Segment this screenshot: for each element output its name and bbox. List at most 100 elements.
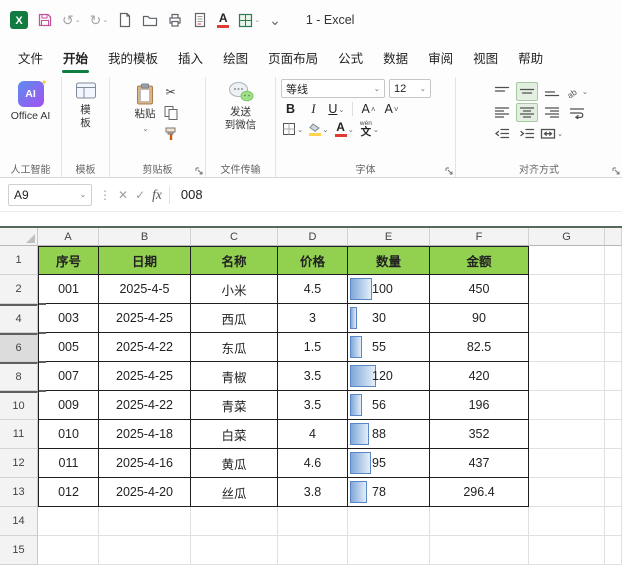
- row-header-15[interactable]: 15: [0, 536, 38, 565]
- align-left-button[interactable]: [491, 103, 513, 122]
- cell-G13[interactable]: [529, 478, 605, 507]
- font-color-button-quick[interactable]: A: [217, 12, 230, 28]
- cell-C15[interactable]: [191, 536, 278, 565]
- cell-A6[interactable]: 005: [38, 332, 99, 362]
- cell-E15[interactable]: [348, 536, 430, 565]
- insert-function-icon[interactable]: fx: [152, 187, 162, 203]
- cell-F6[interactable]: 82.5: [430, 333, 529, 362]
- column-header-D[interactable]: D: [278, 228, 348, 246]
- column-header-A[interactable]: A: [38, 228, 99, 246]
- tab-home[interactable]: 开始: [53, 41, 98, 74]
- cell-E11[interactable]: 88: [348, 420, 430, 449]
- cell-G11[interactable]: [529, 420, 605, 449]
- cell-B14[interactable]: [99, 507, 191, 536]
- print-preview-button[interactable]: [192, 12, 208, 28]
- cell-G15[interactable]: [529, 536, 605, 565]
- cell-A15[interactable]: [38, 536, 99, 565]
- tab-data[interactable]: 数据: [373, 41, 418, 74]
- tab-file[interactable]: 文件: [8, 41, 53, 74]
- toolbar-more-icon[interactable]: ⌄: [269, 13, 281, 27]
- tab-draw[interactable]: 绘图: [213, 41, 258, 74]
- cell-C6[interactable]: 东瓜: [191, 333, 278, 362]
- orientation-button[interactable]: ab ⌄: [565, 82, 588, 101]
- cancel-icon[interactable]: ✕: [118, 188, 128, 202]
- cell-G6[interactable]: [529, 333, 605, 362]
- cell-F12[interactable]: 437: [430, 449, 529, 478]
- cell-E2[interactable]: 100: [348, 275, 430, 304]
- cell-F11[interactable]: 352: [430, 420, 529, 449]
- row-header-10[interactable]: 10: [0, 391, 38, 420]
- open-file-button[interactable]: [142, 12, 158, 28]
- new-file-button[interactable]: [117, 12, 133, 28]
- cell-D11[interactable]: 4: [278, 420, 348, 449]
- row-header-13[interactable]: 13: [0, 478, 38, 507]
- cell-E1[interactable]: 数量: [348, 246, 430, 275]
- cell-E14[interactable]: [348, 507, 430, 536]
- cell-C12[interactable]: 黄瓜: [191, 449, 278, 478]
- tab-my-templates[interactable]: 我的模板: [98, 41, 168, 74]
- cell-C11[interactable]: 白菜: [191, 420, 278, 449]
- cell-E6[interactable]: 55: [348, 333, 430, 362]
- copy-button[interactable]: [161, 104, 181, 121]
- borders-button[interactable]: ⌄: [281, 120, 304, 138]
- row-header-6[interactable]: 6: [0, 333, 38, 362]
- cell-D2[interactable]: 4.5: [278, 275, 348, 304]
- cell-C8[interactable]: 青椒: [191, 362, 278, 391]
- dialog-launcher-icon[interactable]: [195, 167, 203, 175]
- cell-D1[interactable]: 价格: [278, 246, 348, 275]
- row-header-14[interactable]: 14: [0, 507, 38, 536]
- cell-D10[interactable]: 3.5: [278, 391, 348, 420]
- save-button[interactable]: [37, 12, 53, 28]
- cell-B2[interactable]: 2025-4-5: [99, 275, 191, 304]
- cell-F10[interactable]: 196: [430, 391, 529, 420]
- align-right-button[interactable]: [541, 103, 563, 122]
- cell-A11[interactable]: 010: [38, 420, 99, 449]
- cell-D4[interactable]: 3: [278, 304, 348, 333]
- cell-D13[interactable]: 3.8: [278, 478, 348, 507]
- row-header-12[interactable]: 12: [0, 449, 38, 478]
- column-header-B[interactable]: B: [99, 228, 191, 246]
- tab-page-layout[interactable]: 页面布局: [258, 41, 328, 74]
- cell-A10[interactable]: 009: [38, 390, 99, 420]
- column-header-E[interactable]: E: [348, 228, 430, 246]
- cell-E12[interactable]: 95: [348, 449, 430, 478]
- align-top-button[interactable]: [491, 82, 513, 101]
- cell-G2[interactable]: [529, 275, 605, 304]
- cell-C2[interactable]: 小米: [191, 275, 278, 304]
- print-button[interactable]: [167, 12, 183, 28]
- cell-B12[interactable]: 2025-4-16: [99, 449, 191, 478]
- tab-insert[interactable]: 插入: [168, 41, 213, 74]
- cell-C14[interactable]: [191, 507, 278, 536]
- font-name-select[interactable]: 等线 ⌄: [281, 79, 385, 98]
- row-header-2[interactable]: 2: [0, 275, 38, 304]
- cell-A13[interactable]: 012: [38, 478, 99, 507]
- cell-D6[interactable]: 1.5: [278, 333, 348, 362]
- italic-button[interactable]: I: [304, 100, 323, 118]
- redo-button[interactable]: ↻ ⌄: [90, 13, 109, 27]
- cell-B4[interactable]: 2025-4-25: [99, 304, 191, 333]
- increase-indent-button[interactable]: [516, 124, 538, 143]
- template-button[interactable]: 模板: [75, 81, 97, 129]
- dialog-launcher-icon[interactable]: [445, 167, 453, 175]
- underline-button[interactable]: U ⌄: [327, 100, 346, 118]
- cell-C1[interactable]: 名称: [191, 246, 278, 275]
- undo-button[interactable]: ↺ ⌄: [62, 13, 81, 27]
- cell-B10[interactable]: 2025-4-22: [99, 391, 191, 420]
- cell-B13[interactable]: 2025-4-20: [99, 478, 191, 507]
- column-header-F[interactable]: F: [430, 228, 529, 246]
- cell-C10[interactable]: 青菜: [191, 391, 278, 420]
- cell-B11[interactable]: 2025-4-18: [99, 420, 191, 449]
- cell-D15[interactable]: [278, 536, 348, 565]
- decrease-indent-button[interactable]: [491, 124, 513, 143]
- column-header-C[interactable]: C: [191, 228, 278, 246]
- cell-E8[interactable]: 120: [348, 362, 430, 391]
- tab-view[interactable]: 视图: [463, 41, 508, 74]
- borders-button-quick[interactable]: ⌄: [238, 13, 260, 28]
- fill-color-button[interactable]: ⌄: [308, 120, 329, 138]
- format-painter-button[interactable]: [161, 125, 181, 142]
- send-to-wechat-button[interactable]: 发送 到微信: [225, 81, 256, 131]
- align-middle-button[interactable]: [515, 81, 538, 101]
- cell-D12[interactable]: 4.6: [278, 449, 348, 478]
- cell-F4[interactable]: 90: [430, 304, 529, 333]
- cell-F8[interactable]: 420: [430, 362, 529, 391]
